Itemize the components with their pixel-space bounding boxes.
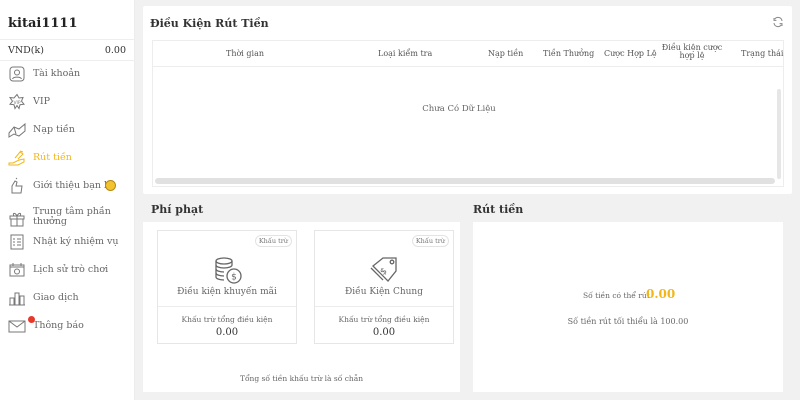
sidebar-item-label: Nạp tiền — [33, 124, 75, 135]
withdraw-icon — [8, 150, 25, 166]
empty-state: Chưa Có Dữ Liệu — [422, 104, 496, 114]
gift-icon — [9, 212, 25, 227]
sidebar-item-label: Rút tiền — [33, 152, 72, 163]
sidebar-item-label: VIP — [33, 96, 51, 107]
conditions-table: Thời gian Loại kiểm tra Nạp tiền Tiền Th… — [152, 40, 784, 187]
sidebar-item-label: Giao dịch — [33, 292, 79, 303]
sidebar-item-label: Trung tâm phần thưởng — [33, 206, 111, 227]
card-subtitle: Khấu trừ tổng điều kiện — [181, 315, 273, 324]
column-header: Điều kiện cược hợp lệ — [661, 43, 723, 60]
column-header: Thời gian — [226, 49, 265, 58]
column-header: Nạp tiền — [488, 49, 524, 58]
price-tag-icon: $ — [370, 257, 397, 282]
transactions-icon — [9, 292, 25, 306]
sidebar-item-label: Tài khoản — [33, 68, 81, 79]
vip-icon: VIP — [8, 93, 25, 110]
sidebar-item-label: Nhật ký nhiệm vụ — [33, 236, 119, 247]
sidebar-item-account[interactable]: Tài khoản — [0, 62, 135, 88]
referral-icon — [11, 177, 23, 194]
sidebar-item-transactions[interactable]: Giao dịch — [0, 286, 135, 312]
promo-condition-card: Khấu trừ $ Điều kiện khuyến mãi Khấu trừ… — [157, 230, 297, 344]
conditions-panel: Điều Kiện Rút Tiền Thời gian Loại kiểm t… — [143, 6, 792, 194]
sidebar-item-label: Giới thiệu bạn bè — [33, 180, 116, 191]
card-value: 0.00 — [215, 327, 239, 338]
column-header: Tiền Thưởng — [543, 49, 595, 58]
sidebar-item-label: Lịch sử trò chơi — [33, 264, 109, 275]
sidebar-item-withdraw[interactable]: Rút tiền — [0, 146, 135, 172]
game-history-icon — [9, 263, 25, 277]
table-header: Thời gian Loại kiểm tra Nạp tiền Tiền Th… — [153, 41, 783, 67]
svg-text:$: $ — [379, 266, 390, 277]
conditions-title: Điều Kiện Rút Tiền — [150, 17, 269, 30]
username: kitai1111 — [8, 16, 78, 31]
minimum-withdraw-note: Số tiền rút tối thiểu là 100.00 — [567, 317, 689, 326]
deposit-icon — [8, 122, 26, 138]
sidebar-item-notifications[interactable]: Thông báo — [0, 314, 135, 340]
sidebar-item-task-log[interactable]: Nhật ký nhiệm vụ — [0, 230, 135, 256]
available-amount-label: Số tiền có thể rút — [583, 291, 650, 300]
refresh-icon[interactable] — [772, 16, 784, 28]
card-title: Điều Kiện Chung — [345, 287, 423, 297]
penalty-panel: Khấu trừ $ Điều kiện khuyến mãi Khấu trừ… — [143, 222, 460, 392]
card-divider — [315, 306, 453, 307]
currency-label: VND(k) — [8, 45, 44, 56]
coins-icon: $ — [215, 257, 242, 284]
sidebar-item-vip[interactable]: VIP VIP — [0, 90, 135, 116]
available-amount-value: 0.00 — [646, 287, 676, 301]
task-log-icon — [10, 234, 24, 250]
sidebar-item-label: Thông báo — [33, 320, 84, 331]
user-icon — [9, 66, 25, 82]
balance-value: 0.00 — [104, 45, 126, 56]
card-divider — [158, 306, 296, 307]
general-condition-card: Khấu trừ $ Điều Kiện Chung Khấu trừ tổng… — [314, 230, 454, 344]
card-subtitle: Khấu trừ tổng điều kiện — [338, 315, 430, 324]
card-title: Điều kiện khuyến mãi — [177, 287, 277, 297]
coin-badge-icon — [105, 180, 116, 191]
column-header: Cược Hợp Lệ — [604, 49, 657, 58]
withdraw-title: Rút tiền — [473, 203, 524, 216]
deduct-tag: Khấu trừ — [411, 235, 449, 247]
card-value: 0.00 — [372, 327, 396, 338]
mail-icon — [8, 320, 26, 333]
column-header: Loại kiểm tra — [378, 49, 433, 58]
balance-row: VND(k) 0.00 — [0, 39, 135, 61]
deduct-tag: Khấu trừ — [254, 235, 292, 247]
sidebar-item-game-history[interactable]: Lịch sử trò chơi — [0, 258, 135, 284]
penalty-title: Phí phạt — [151, 203, 204, 216]
main-content: Điều Kiện Rút Tiền Thời gian Loại kiểm t… — [135, 0, 800, 400]
sidebar-item-deposit[interactable]: Nạp tiền — [0, 118, 135, 144]
svg-text:VIP: VIP — [13, 100, 20, 106]
vertical-scrollbar[interactable] — [777, 89, 781, 179]
column-header: Trạng thái — [741, 49, 784, 58]
sidebar-item-referral[interactable]: Giới thiệu bạn bè — [0, 174, 135, 200]
sidebar: kitai1111 VND(k) 0.00 Tài khoản VIP VIP … — [0, 0, 135, 400]
deduct-note: Tổng số tiền khấu trừ là số chẵn — [239, 374, 364, 383]
horizontal-scrollbar[interactable] — [155, 178, 775, 184]
svg-text:$: $ — [231, 273, 237, 283]
withdraw-panel: Số tiền có thể rút 0.00 Số tiền rút tối … — [473, 222, 783, 392]
